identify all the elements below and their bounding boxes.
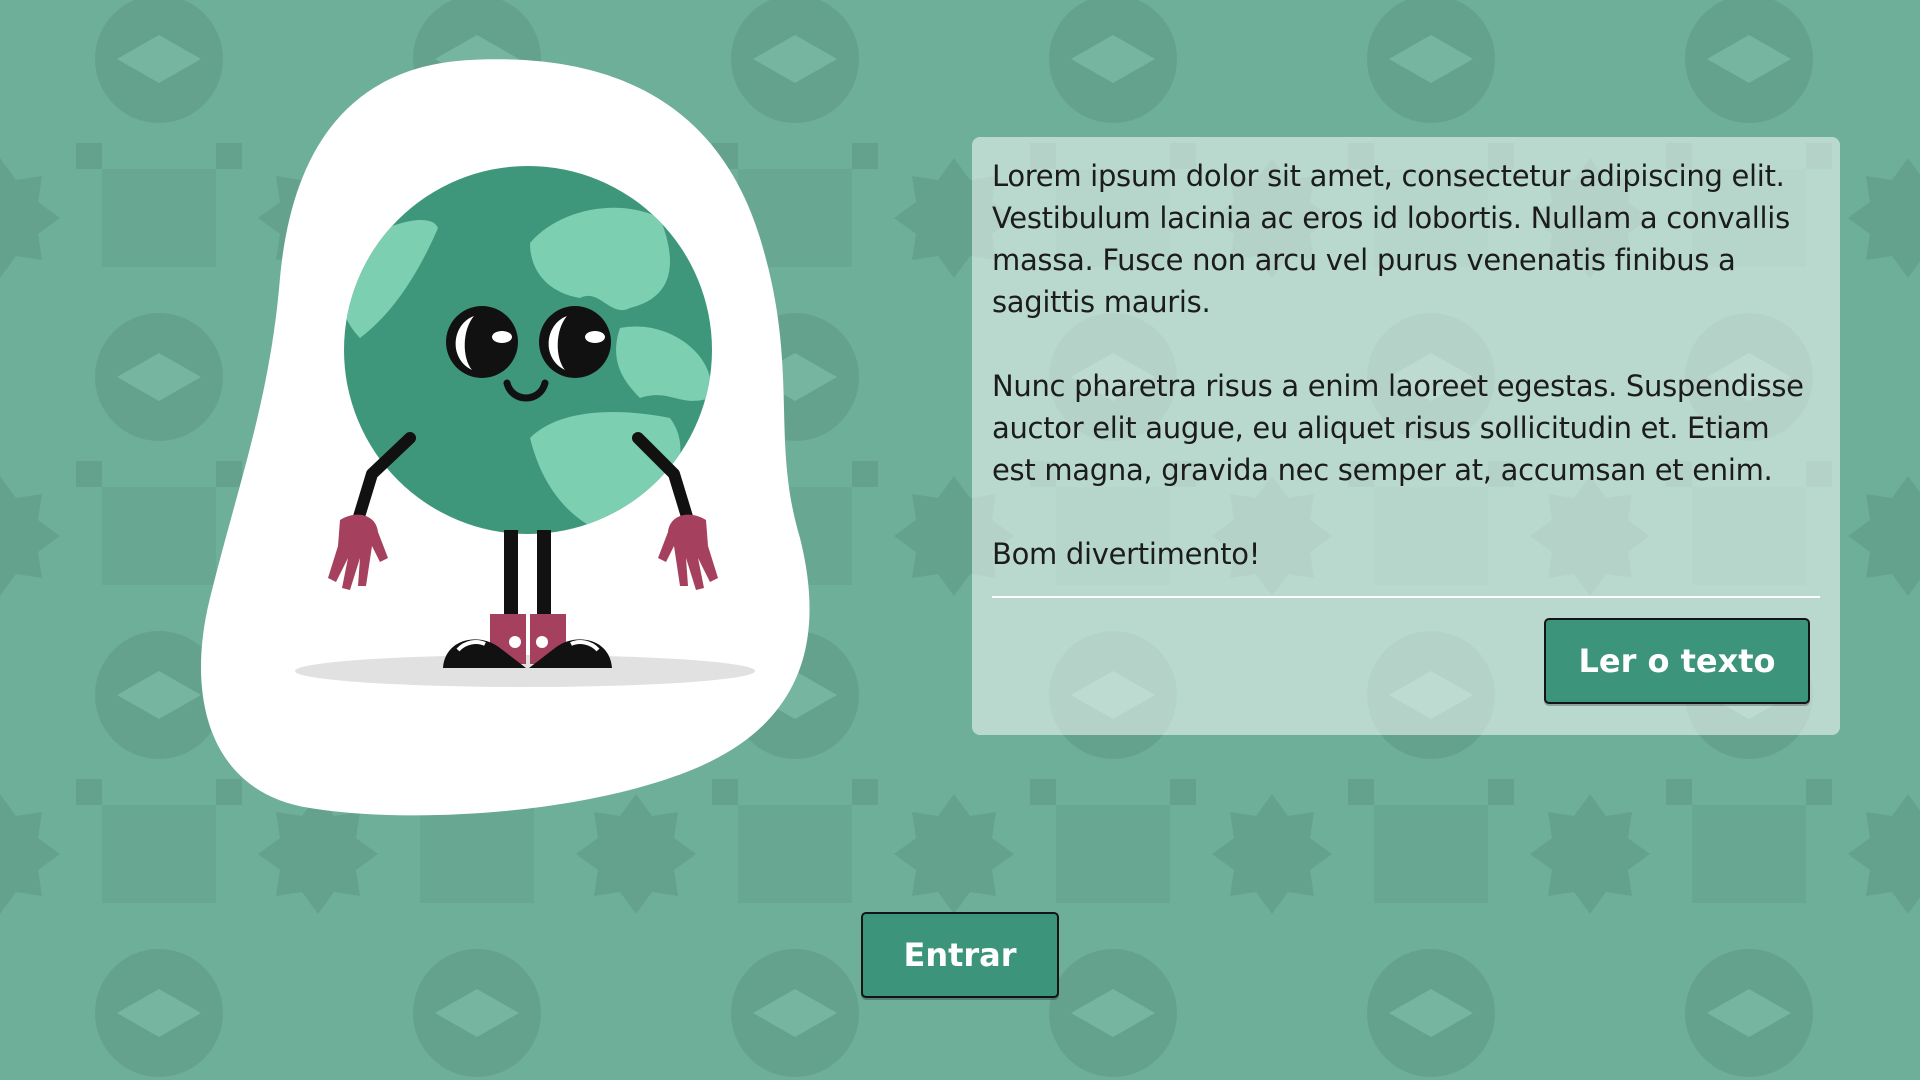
divider	[992, 596, 1820, 598]
enter-button[interactable]: Entrar	[861, 912, 1059, 998]
closing-message: Bom divertimento!	[992, 537, 1261, 571]
intro-paragraph: Nunc pharetra risus a enim laoreet egest…	[992, 369, 1804, 487]
intro-paragraph: Lorem ipsum dolor sit amet, consectetur …	[992, 159, 1790, 319]
intro-text-panel: Lorem ipsum dolor sit amet, consectetur …	[972, 137, 1840, 735]
read-text-button[interactable]: Ler o texto	[1544, 618, 1810, 704]
mascot-card	[200, 58, 830, 828]
globe-mascot-icon	[200, 59, 810, 816]
